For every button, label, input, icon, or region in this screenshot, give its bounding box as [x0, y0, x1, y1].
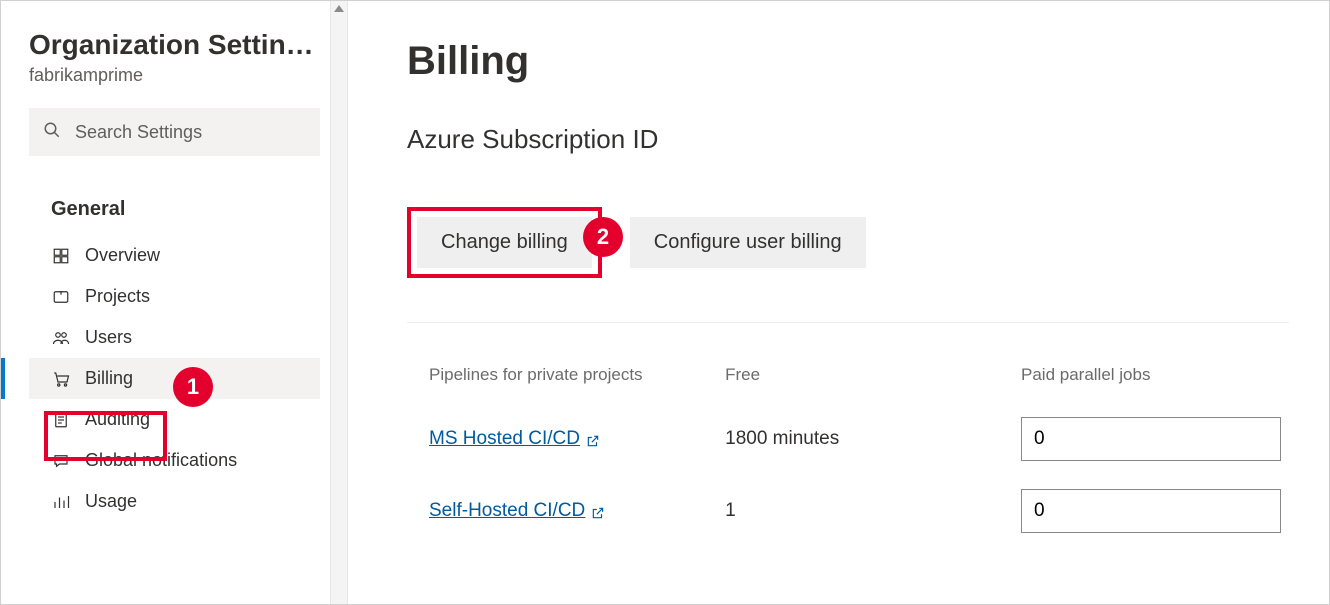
- th-paid: Paid parallel jobs: [999, 359, 1289, 403]
- sidebar-item-projects[interactable]: Projects: [29, 276, 320, 317]
- page-title: Billing: [407, 39, 1289, 84]
- external-link-icon: [591, 504, 605, 518]
- th-pipelines: Pipelines for private projects: [407, 359, 703, 403]
- sidebar-item-label: Users: [85, 327, 132, 348]
- sidebar-scrollbar[interactable]: [330, 1, 348, 604]
- external-link-icon: [586, 432, 600, 446]
- link-label: Self-Hosted CI/CD: [429, 500, 585, 522]
- projects-icon: [51, 287, 71, 307]
- sidebar-item-label: Overview: [85, 245, 160, 266]
- search-input[interactable]: [73, 121, 306, 144]
- sidebar-item-usage[interactable]: Usage: [29, 481, 320, 522]
- free-value: 1800 minutes: [703, 403, 999, 475]
- free-value: 1: [703, 475, 999, 547]
- sidebar-item-label: Billing: [85, 368, 133, 389]
- callout-2-badge: 2: [583, 217, 623, 257]
- self-hosted-link[interactable]: Self-Hosted CI/CD: [429, 500, 605, 522]
- usage-icon: [51, 492, 71, 512]
- section-divider: [407, 322, 1289, 323]
- ms-hosted-link[interactable]: MS Hosted CI/CD: [429, 428, 600, 450]
- main-content: Billing Azure Subscription ID Change bil…: [349, 1, 1329, 604]
- sidebar-title: Organization Settin…: [29, 29, 320, 61]
- table-row: Self-Hosted CI/CD 1: [407, 475, 1289, 547]
- sidebar-section-general: General: [29, 184, 320, 235]
- table-row: MS Hosted CI/CD 1800 minutes: [407, 403, 1289, 475]
- app-frame: Organization Settin… fabrikamprime Gener…: [0, 0, 1330, 605]
- notifications-icon: [51, 451, 71, 471]
- change-billing-button[interactable]: Change billing: [417, 217, 592, 268]
- search-settings-box[interactable]: [29, 108, 320, 156]
- sidebar-item-label: Auditing: [85, 409, 150, 430]
- paid-jobs-input-ms-hosted[interactable]: [1021, 417, 1281, 461]
- sidebar-item-label: Usage: [85, 491, 137, 512]
- th-free: Free: [703, 359, 999, 403]
- subscription-id-heading: Azure Subscription ID: [407, 124, 1289, 155]
- sidebar-item-label: Global notifications: [85, 450, 237, 471]
- billing-icon: [51, 369, 71, 389]
- sidebar: Organization Settin… fabrikamprime Gener…: [1, 1, 331, 604]
- sidebar-item-global-notifications[interactable]: Global notifications: [29, 440, 320, 481]
- configure-user-billing-button[interactable]: Configure user billing: [630, 217, 866, 268]
- search-icon: [43, 121, 61, 144]
- sidebar-item-users[interactable]: Users: [29, 317, 320, 358]
- scroll-up-arrow-icon: [334, 5, 344, 12]
- sidebar-item-auditing[interactable]: Auditing: [29, 399, 320, 440]
- overview-icon: [51, 246, 71, 266]
- billing-button-row: Change billing Configure user billing: [407, 207, 1289, 278]
- sidebar-item-label: Projects: [85, 286, 150, 307]
- paid-jobs-input-self-hosted[interactable]: [1021, 489, 1281, 533]
- callout-1-badge: 1: [173, 367, 213, 407]
- users-icon: [51, 328, 71, 348]
- sidebar-subtitle: fabrikamprime: [29, 65, 320, 86]
- pipelines-table: Pipelines for private projects Free Paid…: [407, 359, 1289, 547]
- link-label: MS Hosted CI/CD: [429, 428, 580, 450]
- auditing-icon: [51, 410, 71, 430]
- change-billing-highlight: Change billing: [407, 207, 602, 278]
- sidebar-item-overview[interactable]: Overview: [29, 235, 320, 276]
